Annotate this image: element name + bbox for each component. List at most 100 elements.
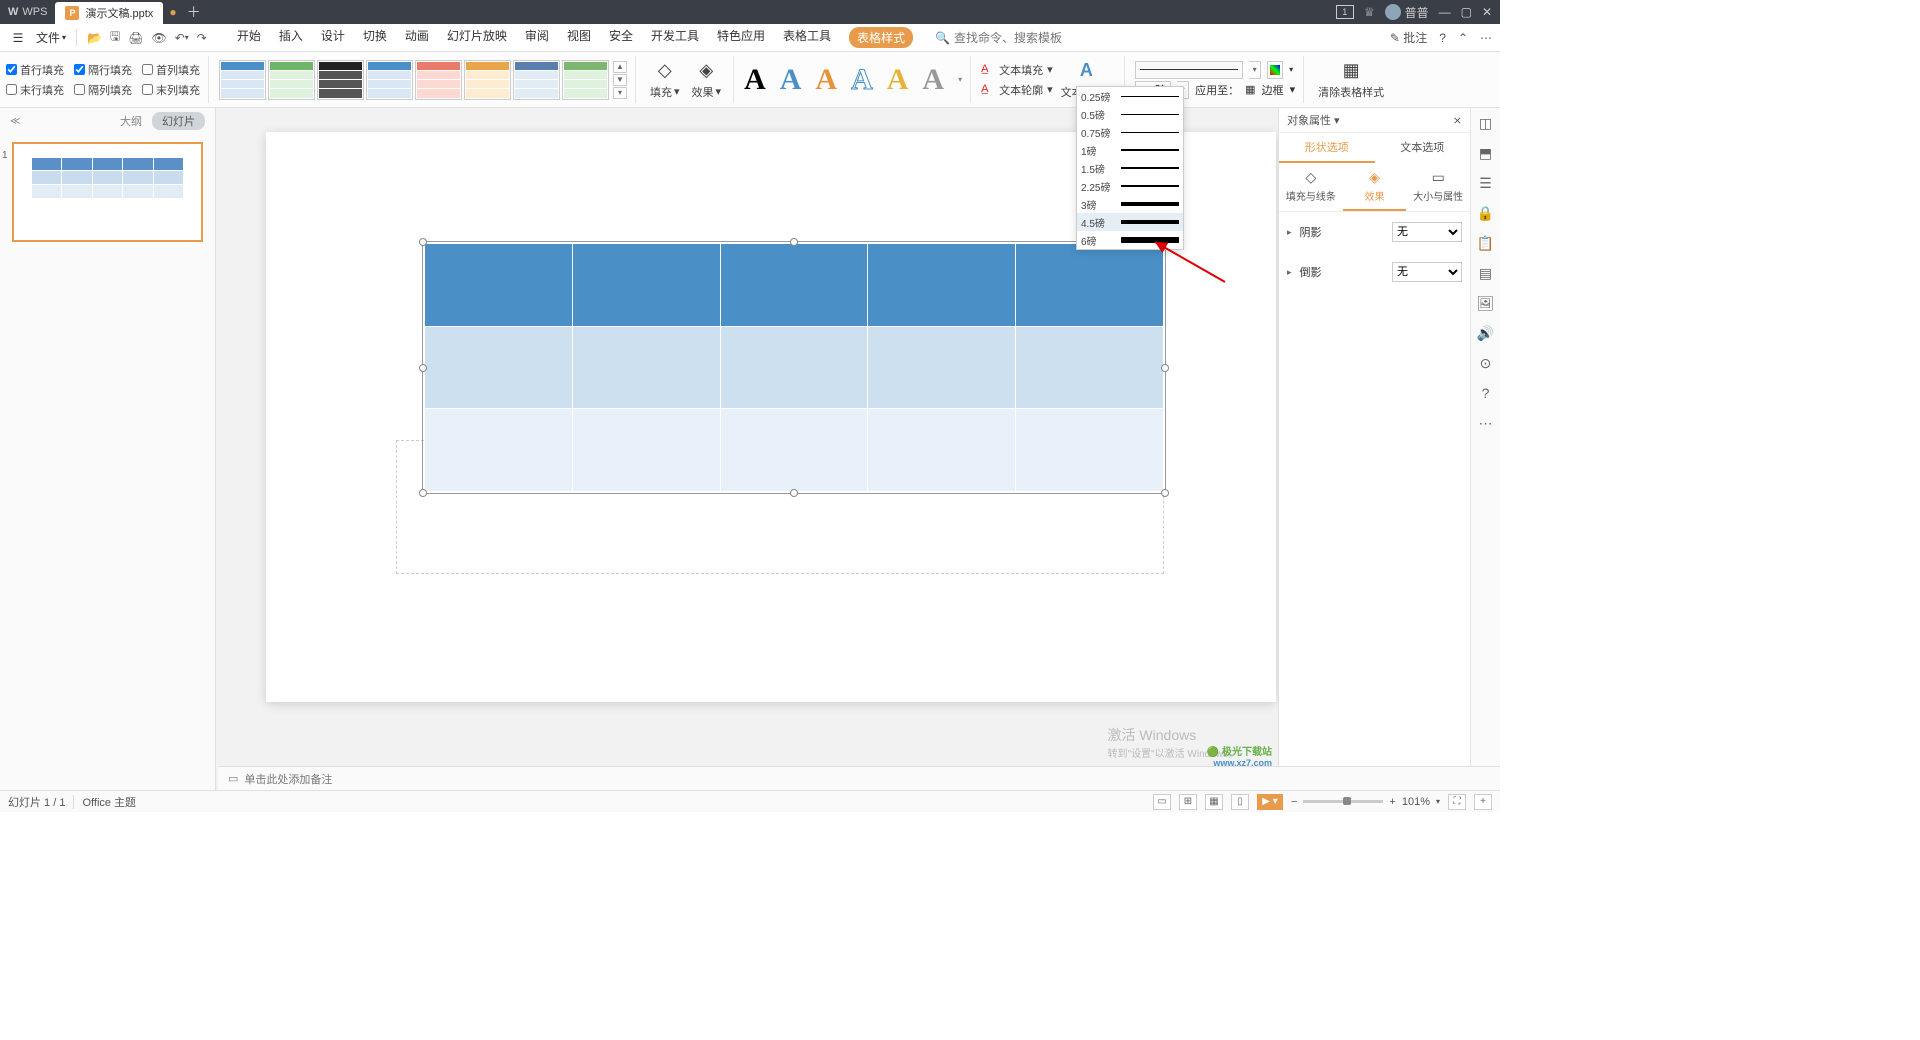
preview-icon[interactable]: 👁 <box>151 27 166 48</box>
fill-button[interactable]: ◇填充▾ <box>646 60 684 100</box>
maximize-button[interactable]: ▢ <box>1461 5 1472 19</box>
style-scroll-down[interactable]: ▼ <box>613 74 627 86</box>
lw-2-25[interactable]: 2.25磅 <box>1077 177 1183 195</box>
wordart-2[interactable]: A <box>780 63 802 97</box>
wordart-1[interactable]: A <box>744 63 766 97</box>
lw-3[interactable]: 3磅 <box>1077 195 1183 213</box>
workspace-badge[interactable]: 1 <box>1336 5 1354 19</box>
slide-thumbnail-1[interactable]: 1 <box>12 142 203 242</box>
annotate-button[interactable]: ✎ 批注 <box>1390 29 1427 46</box>
undo-icon[interactable]: ↶▾ <box>175 27 189 48</box>
outline-tab[interactable]: 大纲 <box>120 113 142 129</box>
zoom-in[interactable]: + <box>1389 796 1395 808</box>
zoom-value[interactable]: 101% <box>1402 796 1430 808</box>
lw-0-5[interactable]: 0.5磅 <box>1077 105 1183 123</box>
handle-bl[interactable] <box>419 489 427 497</box>
view-slideshow[interactable]: ▶ ▾ <box>1257 794 1283 810</box>
user-menu[interactable]: 普普 <box>1385 4 1429 21</box>
wordart-5[interactable]: A <box>887 63 909 97</box>
slides-tab[interactable]: 幻灯片 <box>152 112 205 130</box>
shadow-expand[interactable]: ▸ <box>1287 227 1292 238</box>
effect-button[interactable]: ◈效果▾ <box>688 60 726 100</box>
reflection-expand[interactable]: ▸ <box>1287 267 1292 278</box>
tool-select-icon[interactable]: ☰ <box>1477 174 1495 192</box>
border-button[interactable]: 边框 <box>1262 82 1284 98</box>
line-style-select[interactable] <box>1135 61 1243 79</box>
tool-layers-icon[interactable]: ▤ <box>1477 264 1495 282</box>
handle-ml[interactable] <box>419 364 427 372</box>
save-icon[interactable]: 🖫 <box>110 27 120 48</box>
table-style-6[interactable] <box>464 60 511 100</box>
tab-insert[interactable]: 插入 <box>279 27 303 48</box>
tool-lock-icon[interactable]: 🔒 <box>1477 204 1495 222</box>
tool-clipboard-icon[interactable]: 📋 <box>1477 234 1495 252</box>
check-first-col[interactable]: 首列填充 <box>142 62 200 78</box>
tab-view[interactable]: 视图 <box>567 27 591 48</box>
lw-4-5[interactable]: 4.5磅 <box>1077 213 1183 231</box>
file-menu[interactable]: 文件▾ <box>32 27 70 48</box>
sub-effect[interactable]: ◈效果 <box>1343 163 1407 211</box>
check-first-row[interactable]: 首行填充 <box>6 62 64 78</box>
tab-transition[interactable]: 切换 <box>363 27 387 48</box>
tab-special[interactable]: 特色应用 <box>717 27 765 48</box>
more-icon[interactable]: ⋯ <box>1480 31 1492 45</box>
command-search[interactable]: 🔍 查找命令、搜索模板 <box>935 29 1062 46</box>
view-sorter[interactable]: ▦ <box>1205 794 1223 810</box>
fit-window[interactable]: ⛶ <box>1448 794 1466 810</box>
line-style-drop[interactable]: ▾ <box>1249 61 1261 79</box>
handle-bm[interactable] <box>790 489 798 497</box>
clear-table-style-button[interactable]: ▦清除表格样式 <box>1314 60 1388 100</box>
redo-icon[interactable]: ↷ <box>197 27 207 48</box>
tab-start[interactable]: 开始 <box>237 27 261 48</box>
border-apply-icon[interactable]: ▦ <box>1245 83 1255 96</box>
tab-tabletools[interactable]: 表格工具 <box>783 27 831 48</box>
view-notepane[interactable]: ▭ <box>1153 794 1171 810</box>
check-last-row[interactable]: 末行填充 <box>6 82 64 98</box>
collapse-ribbon-icon[interactable]: ⌃ <box>1458 31 1468 45</box>
tool-audio-icon[interactable]: 🔊 <box>1477 324 1495 342</box>
check-banded-row[interactable]: 隔行填充 <box>74 62 132 78</box>
help-icon[interactable]: ? <box>1439 31 1446 45</box>
table-style-5[interactable] <box>415 60 462 100</box>
document-tab[interactable]: P 演示文稿.pptx <box>55 2 163 24</box>
zoom-menu[interactable]: ▾ <box>1436 797 1440 806</box>
tool-help-icon[interactable]: ? <box>1477 384 1495 402</box>
crown-icon[interactable]: ♕ <box>1364 5 1375 19</box>
tab-design[interactable]: 设计 <box>321 27 345 48</box>
tool-shape-icon[interactable]: ⬒ <box>1477 144 1495 162</box>
tab-tablestyle[interactable]: 表格样式 <box>849 27 913 48</box>
open-icon[interactable]: 📂 <box>87 27 102 48</box>
handle-tl[interactable] <box>419 238 427 246</box>
handle-mr[interactable] <box>1161 364 1169 372</box>
zoom-out[interactable]: − <box>1291 796 1297 808</box>
hamburger-icon[interactable]: ☰ <box>10 30 26 46</box>
table-style-8[interactable] <box>562 60 609 100</box>
style-more[interactable]: ▾ <box>613 87 627 99</box>
close-button[interactable]: ✕ <box>1482 5 1492 19</box>
check-banded-col[interactable]: 隔列填充 <box>74 82 132 98</box>
print-icon[interactable]: 🖨 <box>128 27 143 48</box>
sub-fill-line[interactable]: ◇填充与线条 <box>1279 163 1343 211</box>
table-style-4[interactable] <box>366 60 413 100</box>
table-style-3[interactable] <box>317 60 364 100</box>
wordart-4[interactable]: A <box>851 63 873 97</box>
max-window[interactable]: + <box>1474 794 1492 810</box>
pane-close[interactable]: ⨯ <box>1453 114 1462 127</box>
shadow-select[interactable]: 无 <box>1392 222 1462 242</box>
lw-1[interactable]: 1磅 <box>1077 141 1183 159</box>
panel-collapse[interactable]: ≪ <box>10 116 20 127</box>
handle-tm[interactable] <box>790 238 798 246</box>
table-style-7[interactable] <box>513 60 560 100</box>
view-reading[interactable]: ▯ <box>1231 794 1249 810</box>
table-object[interactable] <box>424 243 1164 492</box>
check-last-col[interactable]: 末列填充 <box>142 82 200 98</box>
new-tab-button[interactable]: ＋ <box>177 2 211 22</box>
text-options-tab[interactable]: 文本选项 <box>1375 133 1471 163</box>
lw-1-5[interactable]: 1.5磅 <box>1077 159 1183 177</box>
wordart-more[interactable]: ▾ <box>958 75 962 84</box>
border-color-picker[interactable] <box>1267 61 1283 79</box>
tab-devtools[interactable]: 开发工具 <box>651 27 699 48</box>
shape-options-tab[interactable]: 形状选项 <box>1279 133 1375 163</box>
tool-home-icon[interactable]: ◫ <box>1477 114 1495 132</box>
sub-size[interactable]: ▭大小与属性 <box>1406 163 1470 211</box>
